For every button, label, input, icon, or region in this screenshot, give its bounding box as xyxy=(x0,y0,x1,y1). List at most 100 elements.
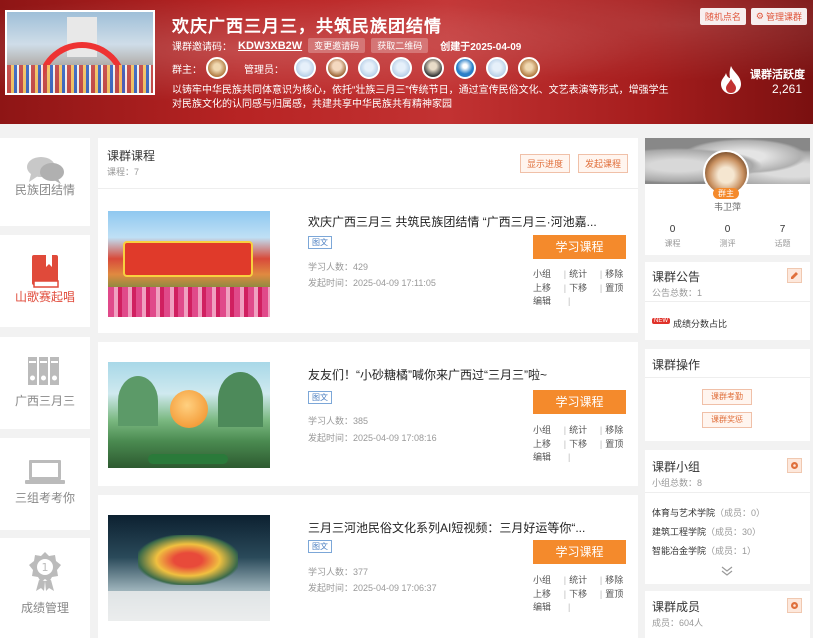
panel-title: 课群课程 xyxy=(107,149,156,163)
stat-value: 0 xyxy=(724,224,731,235)
group-item[interactable]: 体育与艺术学院（成员：0） xyxy=(652,506,765,519)
move-up-link[interactable]: 上移 xyxy=(533,438,561,452)
thumb-smoke xyxy=(108,591,270,621)
group-item[interactable]: 建筑工程学院（成员：30） xyxy=(652,525,761,538)
nav-label: 三组考考你 xyxy=(14,491,75,505)
ops-separator: | xyxy=(563,575,567,585)
course-type-tag: 图文 xyxy=(308,391,332,404)
stats-link[interactable]: 统计 xyxy=(569,574,597,588)
members-count: 成员：604人 xyxy=(652,618,704,628)
invite-label: 课群邀请码： xyxy=(172,42,232,53)
course-thumbnail[interactable] xyxy=(108,515,270,621)
pin-top-link[interactable]: 置顶 xyxy=(605,588,633,602)
notice-item[interactable]: 成绩分数占比 xyxy=(673,317,727,330)
ops-separator: | xyxy=(568,452,571,462)
card-separator xyxy=(98,333,638,342)
stat-tests[interactable]: 0 测评 xyxy=(700,224,755,249)
edit-link[interactable]: 编辑 xyxy=(533,451,565,465)
remove-link[interactable]: 移除 xyxy=(605,268,633,282)
course-title[interactable]: 友友们！“小砂糖橘”喊你来广西过“三月三”啦~ xyxy=(308,366,608,383)
admin-avatar[interactable] xyxy=(358,57,380,79)
group-item[interactable]: 智能冶金学院（成员：1） xyxy=(652,544,756,557)
publish-course-button[interactable]: 发起课程 xyxy=(577,154,628,173)
get-qr-button[interactable]: 获取二维码 xyxy=(371,38,429,53)
thumb-caption-bar xyxy=(148,454,228,464)
move-down-link[interactable]: 下移 xyxy=(569,588,597,602)
group-members: （成员：1） xyxy=(706,546,757,556)
move-down-link[interactable]: 下移 xyxy=(569,282,597,296)
attendance-button[interactable]: 课群考勤 xyxy=(702,389,752,405)
change-code-button[interactable]: 变更邀请码 xyxy=(308,38,366,53)
course-thumbnail[interactable] xyxy=(108,211,270,317)
course-title[interactable]: 三月三河池民俗文化系列AI短视频：三月好运等你“... xyxy=(308,519,608,536)
owner-name[interactable]: 韦卫萍 xyxy=(645,200,810,213)
nav-label: 成绩管理 xyxy=(20,601,69,615)
admin-avatar[interactable] xyxy=(294,57,316,79)
ops-separator: | xyxy=(563,588,567,599)
edit-link[interactable]: 编辑 xyxy=(533,601,565,615)
course-type-tag: 图文 xyxy=(308,236,332,249)
stat-topics[interactable]: 7 话题 xyxy=(755,224,810,249)
binders-icon xyxy=(28,357,59,385)
pin-top-link[interactable]: 置顶 xyxy=(605,282,633,296)
thumb-banner-strip xyxy=(123,241,253,277)
edit-link[interactable]: 编辑 xyxy=(533,295,565,309)
admin-avatar[interactable] xyxy=(486,57,508,79)
study-course-button[interactable]: 学习课程 xyxy=(533,235,626,259)
manage-group-button[interactable]: ⚙ 管理课群 xyxy=(750,8,807,25)
owner-avatar[interactable] xyxy=(206,57,228,79)
settings-icon[interactable] xyxy=(787,598,802,613)
activity-value: 2,261 xyxy=(772,82,803,96)
course-title[interactable]: 欢庆广西三月三 共筑民族团结情 “广西三月三·河池嘉... xyxy=(308,213,608,230)
groups-card: 课群小组 小组总数：8 体育与艺术学院（成员：0） 建筑工程学院（成员：30） … xyxy=(645,450,810,584)
group-link[interactable]: 小组 xyxy=(533,574,561,588)
stat-courses[interactable]: 0 课程 xyxy=(645,224,700,249)
notice-card: 课群公告 公告总数：1 NEW 成绩分数占比 xyxy=(645,262,810,340)
ops-separator: | xyxy=(599,425,603,435)
course-type-tag: 图文 xyxy=(308,540,332,553)
nav-item-quiz[interactable]: 三组考考你 xyxy=(0,438,90,530)
nav-item-unity[interactable]: 民族团结情 xyxy=(0,138,90,226)
admin-avatar[interactable] xyxy=(454,57,476,79)
course-thumbnail[interactable] xyxy=(108,362,270,468)
admin-avatar[interactable] xyxy=(390,57,412,79)
admin-avatar[interactable] xyxy=(422,57,444,79)
study-course-button[interactable]: 学习课程 xyxy=(533,540,626,564)
admin-avatar[interactable] xyxy=(326,57,348,79)
manage-label: 管理课群 xyxy=(765,12,802,22)
invite-code[interactable]: KDW3XB2W xyxy=(238,40,302,52)
stat-label: 测评 xyxy=(719,239,736,248)
settings-icon[interactable] xyxy=(787,458,802,473)
members-row: 群主： 管理员： xyxy=(172,57,540,79)
move-down-link[interactable]: 下移 xyxy=(569,438,597,452)
remove-link[interactable]: 移除 xyxy=(605,424,633,438)
nav-item-songs[interactable]: 山歌赛起唱 xyxy=(0,235,90,327)
group-link[interactable]: 小组 xyxy=(533,424,561,438)
pin-top-link[interactable]: 置顶 xyxy=(605,438,633,452)
nav-item-grades[interactable]: 1 成绩管理 xyxy=(0,538,90,638)
thumb-mascot xyxy=(170,390,208,428)
remove-link[interactable]: 移除 xyxy=(605,574,633,588)
group-link[interactable]: 小组 xyxy=(533,268,561,282)
stat-label: 话题 xyxy=(774,239,791,248)
stats-link[interactable]: 统计 xyxy=(569,424,597,438)
chevron-down-icon[interactable] xyxy=(721,566,733,576)
flame-icon xyxy=(721,66,741,94)
nav-item-march3[interactable]: 广西三月三 xyxy=(0,337,90,429)
thumb-float xyxy=(138,535,238,585)
edit-icon[interactable] xyxy=(787,268,802,283)
admin-avatar[interactable] xyxy=(518,57,540,79)
move-up-link[interactable]: 上移 xyxy=(533,282,561,296)
ops-separator: | xyxy=(563,269,567,279)
members-title: 课群成员 xyxy=(652,600,701,614)
ops-separator: | xyxy=(568,296,571,306)
stats-link[interactable]: 统计 xyxy=(569,268,597,282)
show-progress-button[interactable]: 显示进度 xyxy=(519,154,570,173)
group-members: （成员：30） xyxy=(706,527,762,537)
study-course-button[interactable]: 学习课程 xyxy=(533,390,626,414)
random-call-button[interactable]: 随机点名 xyxy=(699,8,746,25)
ops-separator: | xyxy=(599,269,603,279)
course-learners: 学习人数：385 xyxy=(308,416,369,426)
move-up-link[interactable]: 上移 xyxy=(533,588,561,602)
rewards-button[interactable]: 课群奖惩 xyxy=(702,412,752,428)
